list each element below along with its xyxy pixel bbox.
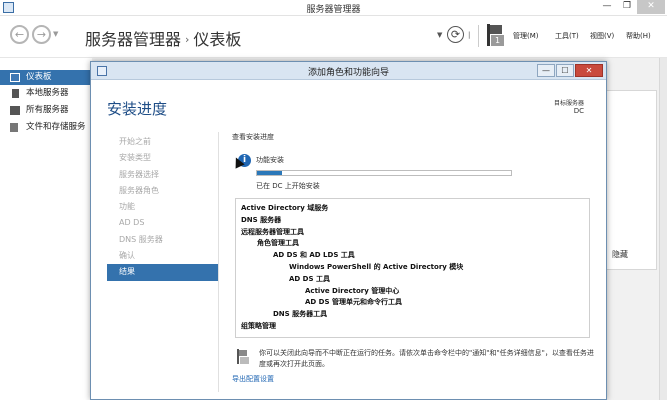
breadcrumb-root: 服务器管理器: [85, 30, 182, 49]
sidebar-item-local-server[interactable]: 本地服务器: [0, 86, 92, 101]
step-dns-server: DNS 服务器: [119, 234, 163, 244]
wizard-titlebar: 添加角色和功能向导 — ☐ ✕: [91, 62, 606, 80]
wizard-steps: 开始之前 安装类型 服务器选择 服务器角色 功能 AD DS DNS 服务器 确…: [107, 134, 218, 281]
note-flag-box: [240, 357, 249, 364]
menu-view[interactable]: 视图(V): [590, 31, 614, 41]
add-roles-wizard-dialog: 添加角色和功能向导 — ☐ ✕ 安装进度 目标服务器 DC 开始之前 安装类型 …: [90, 61, 607, 400]
history-dropdown-icon[interactable]: ▼: [53, 30, 58, 38]
dashboard-icon: [10, 73, 20, 82]
result-item: Active Directory 管理中心: [305, 286, 400, 295]
menu-manage[interactable]: 管理(M): [513, 31, 539, 41]
breadcrumb-separator: ›: [185, 33, 190, 46]
step-before-you-begin: 开始之前: [119, 137, 151, 146]
minimize-button[interactable]: —: [597, 0, 617, 14]
result-item: 角色管理工具: [257, 239, 299, 248]
dropdown-icon[interactable]: ▼: [437, 31, 442, 39]
refresh-icon[interactable]: ⟳: [447, 26, 464, 43]
result-item: 组策略管理: [241, 321, 276, 330]
wizard-window-controls: — ☐ ✕: [536, 64, 603, 77]
sidebar-item-label: 本地服务器: [26, 88, 69, 98]
progress-fill: [257, 171, 283, 175]
header-bar: ← → ▼ 服务器管理器 › 仪表板 ▼ ⟳ | 1 管理(M) 工具(T) 视图(…: [0, 16, 667, 58]
sidebar-item-file-storage[interactable]: 文件和存储服务: [0, 120, 92, 135]
result-item: DNS 服务器: [241, 215, 282, 224]
view-progress-label: 查看安装进度: [232, 133, 274, 141]
wizard-content: 查看安装进度 i 功能安装 已在 DC 上开始安装 Active Directo…: [232, 132, 597, 383]
step-confirmation: 确认: [119, 251, 135, 261]
sidebar-item-all-servers[interactable]: 所有服务器: [0, 103, 92, 118]
wizard-title: 添加角色和功能向导: [307, 68, 389, 78]
menu-tools[interactable]: 工具(T): [555, 31, 579, 41]
window-controls: — ❐ ✕: [597, 0, 665, 14]
window-title: 服务器管理器: [306, 5, 361, 15]
notification-count-badge: 1: [491, 35, 504, 46]
installation-results-list[interactable]: Active Directory 域服务 DNS 服务器远程服务器管理工具角色管理…: [235, 198, 590, 338]
server-icon: [12, 89, 19, 98]
install-progress-bar: [256, 170, 512, 176]
refresh-dropdown-icon[interactable]: |: [468, 31, 470, 39]
sidebar-item-label: 所有服务器: [26, 105, 69, 115]
result-item: Active Directory 域服务: [241, 204, 329, 212]
steps-divider: [218, 132, 219, 392]
sidebar-item-label: 文件和存储服务: [26, 122, 86, 132]
menu-help[interactable]: 帮助(H): [626, 31, 651, 41]
result-item: 远程服务器管理工具: [241, 227, 304, 236]
header-divider: [478, 25, 479, 47]
step-installation-type: 安装类型: [119, 153, 151, 163]
note-flag-cloth: [239, 350, 247, 356]
wizard-close-button[interactable]: ✕: [575, 64, 603, 77]
wizard-heading: 安装进度: [107, 100, 168, 118]
sidebar-item-dashboard[interactable]: 仪表板: [0, 70, 92, 85]
feature-install-label: 功能安装: [256, 156, 284, 164]
wizard-minimize-button[interactable]: —: [537, 64, 555, 77]
close-button[interactable]: ✕: [637, 0, 665, 14]
step-ad-ds: AD DS: [119, 218, 145, 228]
step-server-roles: 服务器角色: [119, 185, 159, 195]
maximize-button[interactable]: ❐: [617, 0, 637, 14]
result-item: Windows PowerShell 的 Active Directory 模块: [289, 262, 464, 271]
dashboard-tile: [605, 90, 657, 270]
close-wizard-note: 你可以关闭此向导而不中断正在运行的任务。请依次单击命令栏中的"通知"和"任务详细…: [259, 349, 594, 368]
notification-flag-icon: [237, 349, 249, 364]
window-titlebar: 服务器管理器 — ❐ ✕: [0, 0, 667, 16]
flag-cloth: [490, 25, 502, 34]
export-config-link[interactable]: 导出配置设置: [232, 374, 274, 384]
main-scrollbar[interactable]: [659, 58, 667, 400]
step-features: 功能: [119, 202, 135, 212]
result-item: AD DS 工具: [289, 274, 330, 283]
back-arrow-icon[interactable]: ←: [10, 25, 29, 44]
wizard-maximize-button[interactable]: ☐: [556, 64, 574, 77]
step-results[interactable]: 结果: [107, 264, 218, 281]
destination-server-name: DC: [573, 107, 584, 115]
result-item: AD DS 管理单元和命令行工具: [305, 298, 402, 307]
notifications-flag-icon[interactable]: 1: [485, 24, 505, 46]
result-item: DNS 服务器工具: [273, 310, 328, 319]
storage-icon: [10, 123, 18, 132]
result-item: AD DS 和 AD LDS 工具: [273, 251, 355, 260]
hide-link[interactable]: 隐藏: [612, 249, 628, 260]
sidebar-item-label: 仪表板: [26, 72, 52, 82]
breadcrumb: 服务器管理器 › 仪表板: [85, 26, 241, 50]
destination-server-label: 目标服务器: [553, 100, 584, 107]
progress-status-text: 已在 DC 上开始安装: [256, 182, 320, 190]
page-title: 仪表板: [193, 30, 242, 49]
sidebar: 仪表板 本地服务器 所有服务器 文件和存储服务: [0, 58, 92, 400]
servers-icon: [10, 106, 20, 115]
forward-arrow-icon[interactable]: →: [32, 25, 51, 44]
step-server-selection: 服务器选择: [119, 169, 159, 179]
